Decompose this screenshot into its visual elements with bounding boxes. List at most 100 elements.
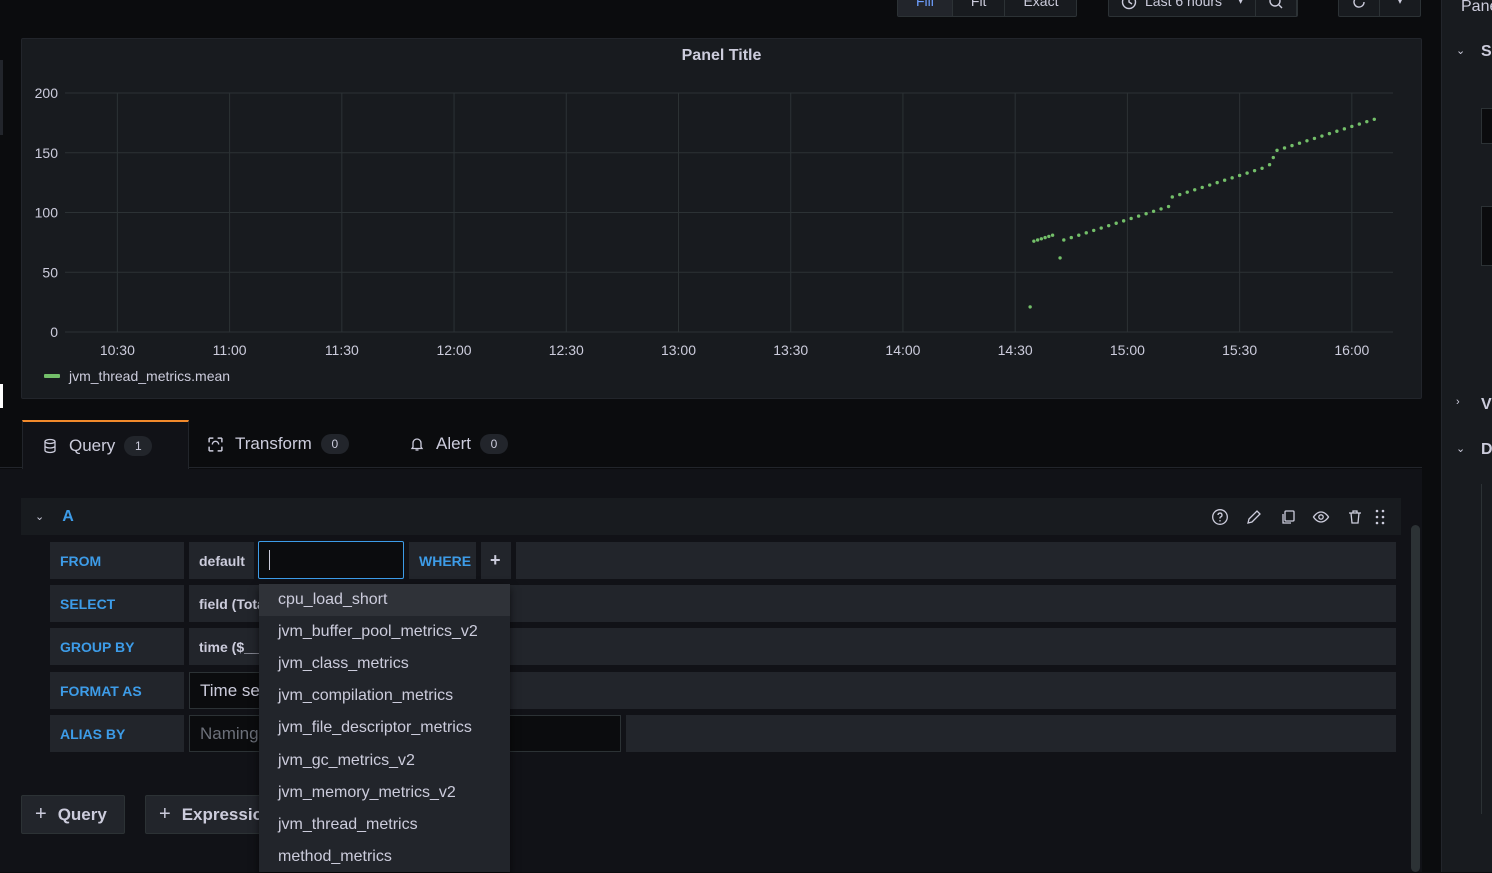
data-point (1335, 129, 1339, 133)
data-point (1062, 238, 1066, 242)
exact-mode-button[interactable]: Exact (1005, 0, 1076, 16)
zoom-out-icon (1269, 0, 1283, 8)
fill-mode-button[interactable]: Fill (898, 0, 953, 16)
x-tick-label: 15:30 (1222, 342, 1257, 358)
measurement-dropdown: cpu_load_short jvm_buffer_pool_metrics_v… (259, 584, 510, 872)
legend-label: jvm_thread_metrics.mean (69, 368, 231, 384)
data-point (1237, 173, 1242, 178)
left-edge-marker (0, 60, 3, 135)
tab-transform-label: Transform (235, 434, 312, 453)
delete-query-button[interactable] (1346, 508, 1364, 526)
legend-item[interactable]: jvm_thread_metrics.mean (44, 368, 230, 384)
query-row-header[interactable]: ⌄ A (21, 498, 1401, 535)
chevron-right-icon[interactable]: › (1456, 396, 1460, 408)
chevron-down-icon[interactable]: ⌄ (1456, 442, 1465, 455)
data-point (1114, 221, 1118, 225)
plus-icon: + (35, 803, 47, 825)
y-tick-label: 200 (35, 85, 59, 101)
dropdown-option[interactable]: jvm_buffer_pool_metrics_v2 (259, 616, 510, 648)
edit-query-button[interactable] (1245, 508, 1263, 526)
dropdown-option[interactable]: jvm_gc_metrics_v2 (259, 744, 510, 776)
tab-query[interactable]: Query 1 (22, 420, 189, 470)
data-point (1106, 223, 1111, 228)
drag-handle-icon (1375, 509, 1385, 525)
data-point (1144, 211, 1148, 216)
x-tick-label: 14:30 (998, 342, 1033, 358)
data-point (1039, 237, 1044, 241)
y-tick-label: 50 (42, 264, 58, 280)
data-point (1290, 143, 1294, 148)
group-by-segment[interactable]: time ($__ (189, 628, 261, 665)
collapse-chevron-icon[interactable]: ⌄ (35, 510, 44, 523)
dropdown-option[interactable]: method_metrics (259, 841, 510, 873)
data-point (1032, 239, 1036, 243)
data-point (1350, 124, 1354, 129)
text-cursor (269, 550, 270, 570)
dropdown-option[interactable]: jvm_compilation_metrics (259, 680, 510, 712)
data-point (1043, 235, 1047, 240)
database-icon (44, 438, 56, 454)
data-point (1365, 119, 1369, 124)
add-query-label: Query (57, 804, 107, 824)
from-label: FROM (50, 542, 184, 579)
dropdown-option[interactable]: jvm_thread_metrics (259, 809, 510, 841)
from-policy-select[interactable]: default (189, 542, 254, 579)
data-point (1129, 216, 1133, 221)
options-section-v[interactable]: V (1481, 396, 1492, 414)
y-tick-label: 150 (35, 145, 59, 161)
editor-tabs: Query 1 Transform 0 Alert 0 (0, 420, 1422, 470)
format-as-select[interactable]: Time se (189, 672, 261, 709)
options-section-s[interactable]: S (1481, 43, 1492, 61)
add-query-button[interactable]: + Query (21, 795, 125, 834)
editor-scrollbar[interactable] (1411, 525, 1420, 872)
x-tick-label: 11:00 (213, 342, 247, 358)
data-point (1170, 195, 1174, 199)
time-range-button[interactable]: Last 6 hours ▾ (1109, 0, 1257, 16)
select-field-segment[interactable]: field (Tota (189, 585, 261, 622)
x-tick-label: 11:30 (325, 342, 359, 358)
x-tick-label: 12:00 (437, 342, 472, 358)
title-input[interactable] (1481, 108, 1492, 144)
chevron-down-icon[interactable]: ⌄ (1456, 44, 1465, 57)
select-row-fill (510, 585, 1396, 622)
group-by-label: GROUP BY (50, 628, 184, 665)
drag-handle[interactable] (1371, 508, 1389, 526)
dropdown-option[interactable]: jvm_memory_metrics_v2 (259, 777, 510, 809)
data-point (1320, 134, 1324, 138)
duplicate-query-button[interactable] (1279, 508, 1297, 526)
data-point (1260, 166, 1264, 170)
tab-transform[interactable]: Transform 0 (207, 420, 349, 468)
data-point (1207, 183, 1212, 187)
alias-by-input[interactable]: Naming (189, 715, 261, 752)
alias-by-label: ALIAS BY (50, 715, 184, 752)
measurement-input[interactable] (258, 541, 404, 579)
data-point (1252, 168, 1257, 173)
tab-alert[interactable]: Alert 0 (409, 420, 508, 468)
description-input[interactable] (1481, 206, 1492, 266)
zoom-out-button[interactable] (1256, 0, 1298, 16)
help-button[interactable] (1211, 508, 1229, 526)
options-section-d[interactable]: D (1481, 441, 1492, 459)
data-point (1058, 256, 1062, 260)
dropdown-option[interactable]: jvm_class_metrics (259, 648, 510, 680)
trash-icon (1349, 510, 1361, 524)
add-expression-button[interactable]: + Expressio (145, 795, 270, 834)
dropdown-option[interactable]: cpu_load_short (259, 584, 510, 617)
add-where-button[interactable]: + (481, 542, 511, 579)
data-point (1166, 204, 1171, 209)
dropdown-option[interactable]: jvm_file_descriptor_metrics (259, 712, 510, 744)
options-list-edge (1481, 484, 1492, 814)
tab-alert-label: Alert (436, 434, 471, 453)
data-point (1084, 231, 1088, 235)
toggle-query-button[interactable] (1312, 508, 1330, 526)
fit-mode-button[interactable]: Fit (953, 0, 1006, 16)
data-point (1050, 233, 1055, 237)
data-point (1312, 136, 1317, 141)
data-point (1099, 226, 1103, 230)
refresh-interval-button[interactable]: ▾ (1380, 0, 1420, 16)
refresh-button[interactable] (1339, 0, 1380, 16)
clock-icon (1121, 0, 1137, 9)
alias-by-input-tail[interactable] (510, 715, 621, 752)
query-ref-id[interactable]: A (62, 508, 74, 526)
add-expression-label: Expressio (181, 804, 263, 824)
